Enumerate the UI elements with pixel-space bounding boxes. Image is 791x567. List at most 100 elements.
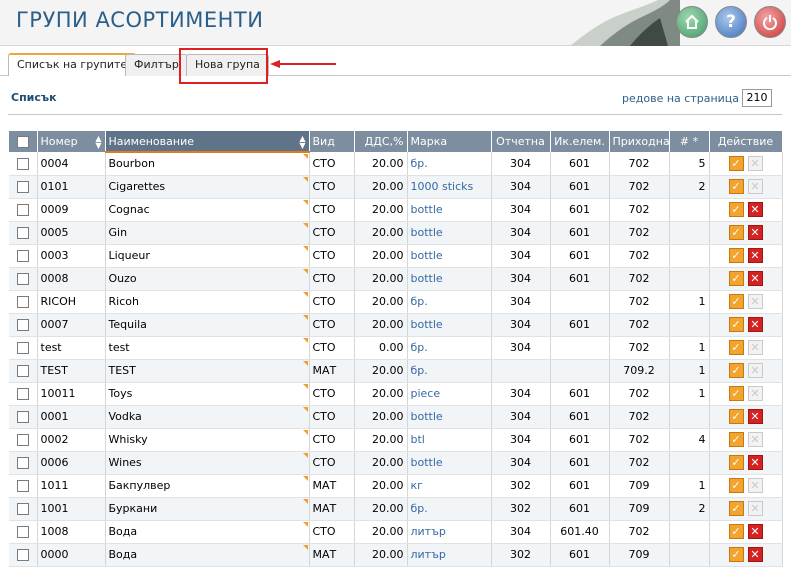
cell-account: 304 <box>491 198 551 222</box>
edit-icon[interactable]: ✓ <box>728 363 744 378</box>
logout-button[interactable] <box>754 6 786 38</box>
row-checkbox[interactable] <box>16 273 29 285</box>
row-checkbox[interactable] <box>16 319 29 331</box>
row-checkbox[interactable] <box>16 296 29 308</box>
edit-marker-icon <box>302 222 308 228</box>
delete-icon[interactable]: ✕ <box>747 317 763 332</box>
col-header-name[interactable]: Наименование ▲ ▼ <box>105 131 310 153</box>
edit-icon[interactable]: ✓ <box>728 386 744 401</box>
row-checkbox[interactable] <box>16 457 29 469</box>
cell-brand[interactable]: кг <box>407 474 492 498</box>
delete-icon[interactable]: ✕ <box>747 202 763 217</box>
help-button[interactable]: ? <box>715 6 747 38</box>
col-header-type[interactable]: Вид <box>309 131 355 152</box>
row-checkbox[interactable] <box>16 388 29 400</box>
col-header-vat[interactable]: ДДС,% <box>354 131 408 152</box>
cell-actions: ✓ ✕ <box>709 336 783 360</box>
delete-icon[interactable]: ✕ <box>747 547 763 562</box>
cell-vat: 20.00 <box>354 175 408 199</box>
col-header-count[interactable]: # * <box>669 131 710 152</box>
cell-brand[interactable]: бр. <box>407 152 492 176</box>
cell-brand[interactable]: bottle <box>407 267 492 291</box>
cell-brand[interactable]: литър <box>407 520 492 544</box>
row-checkbox[interactable] <box>16 365 29 377</box>
cell-brand[interactable]: 1000 sticks <box>407 175 492 199</box>
col-header-element[interactable]: Ик.елем. <box>550 131 610 152</box>
row-select-cell <box>9 543 38 567</box>
cell-brand[interactable]: bottle <box>407 244 492 268</box>
row-checkbox[interactable] <box>16 503 29 515</box>
edit-icon[interactable]: ✓ <box>728 179 744 194</box>
cell-brand[interactable]: бр. <box>407 359 492 383</box>
cell-element: 601 <box>550 244 610 268</box>
cell-brand[interactable]: bottle <box>407 313 492 337</box>
cell-brand[interactable]: бр. <box>407 336 492 360</box>
delete-icon[interactable]: ✕ <box>747 524 763 539</box>
edit-icon[interactable]: ✓ <box>728 248 744 263</box>
edit-marker-icon <box>302 544 308 550</box>
power-icon <box>763 15 777 30</box>
row-select-cell <box>9 520 38 544</box>
edit-icon[interactable]: ✓ <box>728 501 744 516</box>
row-checkbox[interactable] <box>16 181 29 193</box>
cell-vat: 20.00 <box>354 451 408 475</box>
row-checkbox[interactable] <box>16 250 29 262</box>
cell-brand[interactable]: bottle <box>407 221 492 245</box>
cell-account: 302 <box>491 543 551 567</box>
col-header-income[interactable]: Приходна <box>609 131 670 152</box>
delete-icon[interactable]: ✕ <box>747 455 763 470</box>
edit-icon[interactable]: ✓ <box>728 202 744 217</box>
edit-icon[interactable]: ✓ <box>728 225 744 240</box>
row-checkbox[interactable] <box>16 227 29 239</box>
delete-icon[interactable]: ✕ <box>747 409 763 424</box>
cell-brand[interactable]: bottle <box>407 198 492 222</box>
cell-number: 1001 <box>37 497 106 521</box>
cell-brand[interactable]: bottle <box>407 451 492 475</box>
row-checkbox[interactable] <box>16 549 29 561</box>
tab-group-list[interactable]: Списък на групите <box>8 53 137 76</box>
row-checkbox[interactable] <box>16 434 29 446</box>
cell-brand[interactable]: литър <box>407 543 492 567</box>
edit-icon[interactable]: ✓ <box>728 432 744 447</box>
cell-brand[interactable]: btl <box>407 428 492 452</box>
edit-icon[interactable]: ✓ <box>728 478 744 493</box>
cell-brand[interactable]: bottle <box>407 405 492 429</box>
rows-per-page-input[interactable]: 210 <box>742 89 772 107</box>
edit-icon[interactable]: ✓ <box>728 271 744 286</box>
sort-icon: ▲ ▼ <box>95 134 102 150</box>
edit-icon[interactable]: ✓ <box>728 340 744 355</box>
cell-count: 1 <box>669 336 710 360</box>
row-checkbox[interactable] <box>16 411 29 423</box>
delete-icon[interactable]: ✕ <box>747 225 763 240</box>
home-button[interactable] <box>676 6 708 38</box>
row-checkbox[interactable] <box>16 526 29 538</box>
edit-marker-icon <box>302 176 308 182</box>
cell-number: 0000 <box>37 543 106 567</box>
cell-brand[interactable]: бр. <box>407 497 492 521</box>
edit-icon[interactable]: ✓ <box>728 294 744 309</box>
cell-name-text: Liqueur <box>108 249 150 262</box>
delete-icon[interactable]: ✕ <box>747 271 763 286</box>
row-checkbox[interactable] <box>16 480 29 492</box>
row-checkbox[interactable] <box>16 204 29 216</box>
edit-icon[interactable]: ✓ <box>728 547 744 562</box>
row-checkbox[interactable] <box>16 342 29 354</box>
edit-icon[interactable]: ✓ <box>728 455 744 470</box>
edit-icon[interactable]: ✓ <box>728 155 744 171</box>
table-row: 0006 Wines СТО 20.00 bottle 304 601 702 ✓ ✕ <box>9 451 783 475</box>
col-header-number[interactable]: Номер ▲ ▼ <box>37 131 106 152</box>
delete-icon[interactable]: ✕ <box>747 248 763 263</box>
table-row: test test СТО 0.00 бр. 304 702 1 ✓ ✕ <box>9 336 783 360</box>
row-checkbox[interactable] <box>16 157 29 170</box>
edit-icon[interactable]: ✓ <box>728 317 744 332</box>
select-all-checkbox[interactable] <box>16 136 29 148</box>
edit-icon[interactable]: ✓ <box>728 524 744 539</box>
col-header-brand[interactable]: Марка <box>407 131 492 152</box>
cell-brand[interactable]: бр. <box>407 290 492 314</box>
col-header-account[interactable]: Отчетна <box>491 131 551 152</box>
cell-brand[interactable]: piece <box>407 382 492 406</box>
row-select-cell <box>9 497 38 521</box>
cell-account: 304 <box>491 405 551 429</box>
edit-icon[interactable]: ✓ <box>728 409 744 424</box>
cell-income: 709 <box>609 543 670 567</box>
